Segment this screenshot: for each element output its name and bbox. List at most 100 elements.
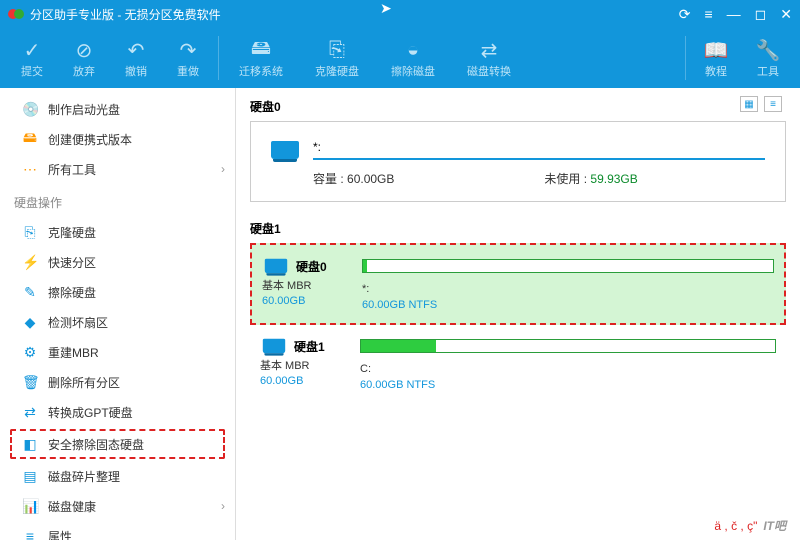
item-icon: ▤ (22, 468, 38, 485)
convert-icon: ⇄ (481, 37, 498, 63)
disk-type: 基本 MBR (260, 357, 340, 373)
item-icon: ◆ (22, 314, 38, 331)
toolbar: ✓提交 ⊘放弃 ↶撤销 ↷重做 🖴迁移系统 ⎘克隆硬盘 ◒擦除磁盘 ⇄磁盘转换 … (0, 28, 800, 88)
sidebar: 💿制作启动光盘🖴创建便携式版本⋯所有工具› 硬盘操作 ⎘克隆硬盘⚡快速分区✎擦除… (0, 88, 236, 540)
partition-info: 60.00GB NTFS (362, 299, 774, 311)
disk-name: 硬盘0 (296, 258, 327, 275)
sidebar-item-label: 转换成GPT硬盘 (48, 404, 133, 421)
list-view-icon[interactable]: ≡ (764, 96, 782, 112)
item-icon: ⎘ (22, 224, 38, 241)
discard-button[interactable]: ⊘放弃 (58, 28, 110, 88)
sidebar-item[interactable]: ≡ 属性 (0, 521, 235, 540)
sidebar-item-label: 检测坏扇区 (48, 314, 108, 331)
item-icon: 📊 (22, 498, 38, 515)
disk0-usage-bar (313, 158, 765, 160)
minimize-icon[interactable]: — (727, 6, 741, 23)
disk0-unused: 未使用 : 59.93GB (544, 170, 637, 187)
sidebar-item-label: 重建MBR (48, 344, 99, 361)
disk-name: 硬盘1 (294, 338, 325, 355)
sidebar-item[interactable]: 📊磁盘健康› (0, 491, 235, 521)
item-icon: 🗑 (22, 374, 38, 391)
book-icon: 📖 (704, 37, 729, 63)
sidebar-item[interactable]: 🖴 创建便携式版本 (0, 124, 235, 154)
sidebar-item[interactable]: 💿 制作启动光盘 (0, 94, 235, 124)
wrench-icon: 🔧 (756, 37, 781, 63)
disk0-capacity: 容量 : 60.00GB (313, 170, 394, 187)
sidebar-item-label: 快速分区 (48, 254, 96, 271)
partition-bar (362, 259, 774, 273)
partition-info: 60.00GB NTFS (360, 379, 776, 391)
titlebar: 分区助手专业版 - 无损分区免费软件 ⟳ ≡ — ◻ ✕ (0, 0, 800, 28)
watermark: ä , č , ç" IT吧 (714, 517, 786, 534)
sidebar-item[interactable]: ⇄ 转换成GPT硬盘 (0, 397, 235, 427)
refresh-icon[interactable]: ⟳ (679, 6, 691, 23)
item-icon: ⚡ (22, 254, 38, 271)
sidebar-item[interactable]: ⎘ 克隆硬盘 (0, 217, 235, 247)
item-icon: ⋯ (22, 161, 38, 178)
close-icon[interactable]: ✕ (780, 6, 792, 23)
sidebar-item[interactable]: ⋯所有工具› (0, 154, 235, 184)
sidebar-item[interactable]: ◧ 安全擦除固态硬盘 (10, 429, 225, 459)
disk-entry[interactable]: 硬盘1 基本 MBR 60.00GB C: 60.00GB NTFS (250, 325, 786, 403)
sidebar-item-label: 创建便携式版本 (48, 131, 132, 148)
item-icon: 💿 (22, 101, 38, 118)
migrate-icon: 🖴 (251, 37, 271, 63)
undo-button[interactable]: ↶撤销 (110, 28, 162, 88)
sidebar-item-label: 制作启动光盘 (48, 101, 120, 118)
disk0-drive-letter: *: (313, 140, 765, 154)
maximize-icon[interactable]: ◻ (755, 6, 767, 23)
sidebar-item[interactable]: ⚡ 快速分区 (0, 247, 235, 277)
sidebar-item-label: 克隆硬盘 (48, 224, 96, 241)
clone-button[interactable]: ⎘克隆硬盘 (299, 28, 375, 88)
grid-view-icon[interactable]: ▦ (740, 96, 758, 112)
item-icon: ⚙ (22, 344, 38, 361)
disk-icon (263, 339, 285, 353)
sidebar-item[interactable]: ▤ 磁盘碎片整理 (0, 461, 235, 491)
sidebar-item[interactable]: ⚙ 重建MBR (0, 337, 235, 367)
window-title: 分区助手专业版 - 无损分区免费软件 (30, 6, 679, 23)
wipe-icon: ◒ (407, 37, 419, 63)
commit-button[interactable]: ✓提交 (6, 28, 58, 88)
redo-button[interactable]: ↷重做 (162, 28, 214, 88)
disk-size: 60.00GB (262, 295, 342, 307)
convert-button[interactable]: ⇄磁盘转换 (451, 28, 527, 88)
wipe-button[interactable]: ◒擦除磁盘 (375, 28, 451, 88)
disk0-label: 硬盘0 (250, 98, 786, 115)
item-icon: ⇄ (22, 404, 38, 421)
disk-icon (271, 141, 299, 159)
sidebar-item-label: 所有工具 (48, 161, 96, 178)
sidebar-item-label: 磁盘碎片整理 (48, 468, 120, 485)
disk-type: 基本 MBR (262, 277, 342, 293)
app-logo-icon (8, 6, 24, 22)
sidebar-item-label: 删除所有分区 (48, 374, 120, 391)
sidebar-item[interactable]: ◆ 检测坏扇区 (0, 307, 235, 337)
cancel-icon: ⊘ (76, 37, 93, 63)
separator (218, 36, 219, 80)
sidebar-item[interactable]: 🗑 删除所有分区 (0, 367, 235, 397)
item-icon: ◧ (22, 436, 38, 453)
sidebar-item-label: 属性 (48, 528, 72, 540)
sidebar-item-label: 磁盘健康 (48, 498, 96, 515)
undo-icon: ↶ (128, 37, 145, 63)
disk-icon (265, 259, 287, 273)
migrate-button[interactable]: 🖴迁移系统 (223, 28, 299, 88)
disk0-card[interactable]: *: 容量 : 60.00GB 未使用 : 59.93GB (250, 121, 786, 202)
disk-size: 60.00GB (260, 375, 340, 387)
tutorial-button[interactable]: 📖教程 (690, 28, 742, 88)
partition-bar (360, 339, 776, 353)
clone-icon: ⎘ (329, 37, 345, 63)
tools-button[interactable]: 🔧工具 (742, 28, 794, 88)
item-icon: ✎ (22, 284, 38, 301)
content-area: ▦ ≡ 硬盘0 *: 容量 : 60.00GB 未使用 : 59.93GB 硬盘… (236, 88, 800, 540)
partition-drive: *: (362, 283, 774, 295)
item-icon: 🖴 (22, 127, 38, 151)
disk-entry[interactable]: 硬盘0 基本 MBR 60.00GB *: 60.00GB NTFS (250, 243, 786, 325)
sidebar-item-label: 安全擦除固态硬盘 (48, 436, 144, 453)
menu-icon[interactable]: ≡ (704, 6, 712, 23)
check-icon: ✓ (24, 37, 41, 63)
sidebar-item[interactable]: ✎ 擦除硬盘 (0, 277, 235, 307)
partition-drive: C: (360, 363, 776, 375)
item-icon: ≡ (22, 528, 38, 540)
sidebar-item-label: 擦除硬盘 (48, 284, 96, 301)
redo-icon: ↷ (180, 37, 197, 63)
